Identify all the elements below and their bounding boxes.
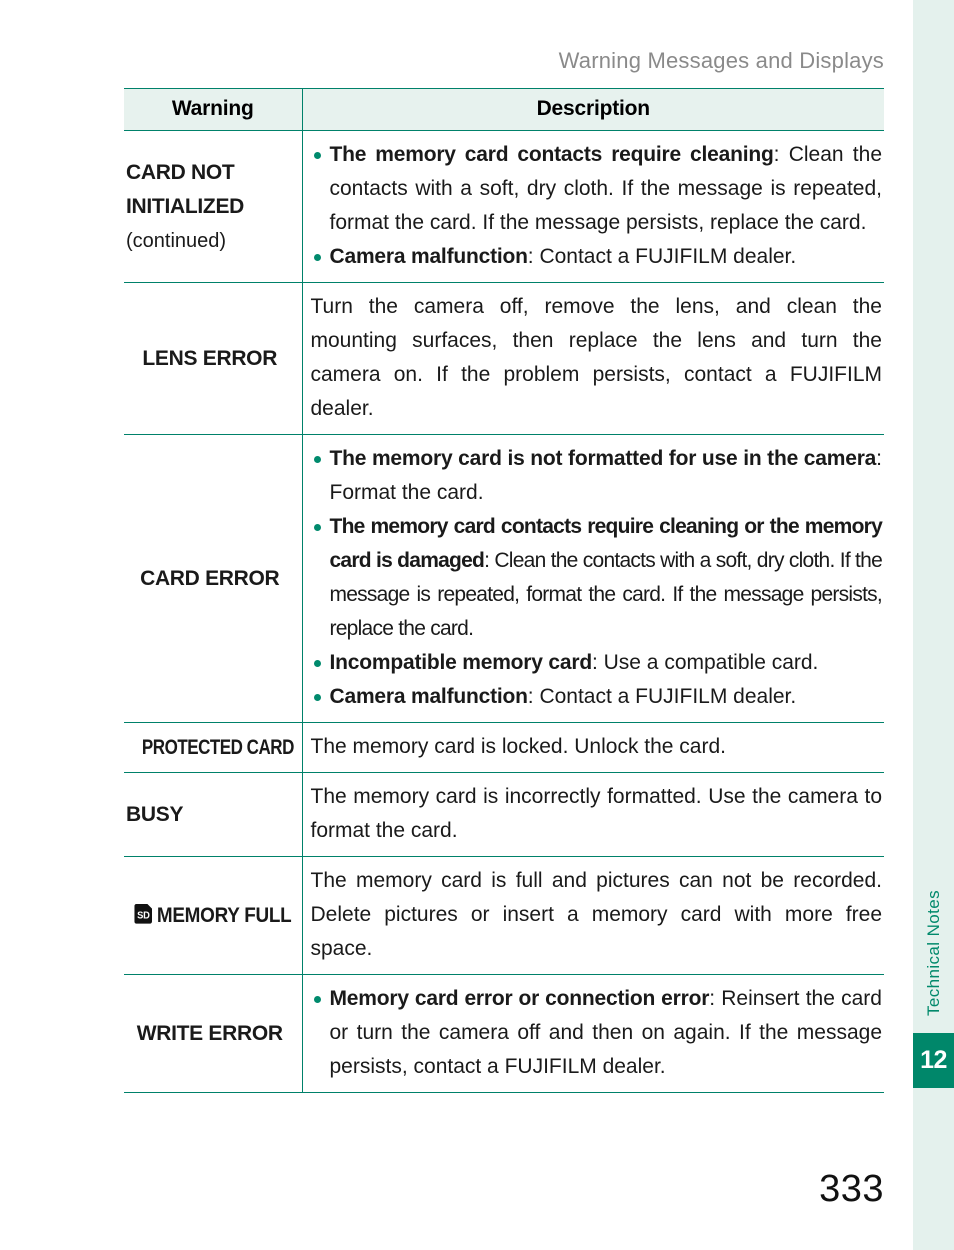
table-header-row: Warning Description (124, 88, 884, 131)
description-bullet-list: The memory card contacts require cleanin… (311, 138, 885, 274)
warning-label: MEMORY FULL (156, 903, 292, 927)
running-header: Warning Messages and Displays (558, 48, 884, 73)
bullet-term: Camera malfunction (329, 245, 528, 269)
list-item: Camera malfunction: Contact a FUJIFILM d… (311, 240, 885, 274)
chapter-label: Technical Notes (923, 889, 943, 1016)
svg-text:SD: SD (137, 910, 150, 922)
description-bullet-list: The memory card is not formatted for use… (311, 442, 885, 714)
description-bullet-list: Memory card error or connection error: R… (311, 982, 885, 1084)
warning-name-cell: PROTECTED CARD (124, 722, 303, 774)
bullet-term: The memory card contacts require cleanin… (329, 143, 774, 166)
description-text: Turn the camera off, remove the lens, an… (310, 295, 883, 421)
list-item: The memory card contacts require cleanin… (311, 510, 885, 646)
description-text: The memory card is locked. Unlock the ca… (310, 735, 727, 759)
description-cell: Memory card error or connection error: R… (302, 974, 885, 1094)
warning-label: CARD ERROR (140, 566, 280, 590)
warning-name-cell: WRITE ERROR (124, 974, 303, 1094)
description-text: The memory card is full and pictures can… (310, 869, 883, 961)
warning-label: PROTECTED CARD (141, 735, 294, 759)
description-cell: The memory card is not formatted for use… (302, 434, 885, 724)
description-cell: The memory card is locked. Unlock the ca… (302, 722, 884, 774)
warning-continued-note: (continued) (126, 229, 227, 252)
chapter-number-tab: 12 (913, 1033, 954, 1088)
bullet-detail: : Contact a FUJIFILM dealer. (527, 685, 797, 709)
description-cell: The memory card is full and pictures can… (302, 856, 884, 976)
table-row: WRITE ERROR Memory card error or connect… (124, 974, 885, 1094)
page-number: 333 (819, 1168, 884, 1210)
list-item: The memory card is not formatted for use… (311, 442, 885, 510)
bullet-detail: : Contact a FUJIFILM dealer. (527, 245, 797, 269)
list-item: Memory card error or connection error: R… (311, 982, 885, 1084)
bullet-term: Memory card error or connection error (329, 987, 710, 1011)
bullet-term: Incompatible memory card (329, 651, 593, 675)
chapter-number: 12 (920, 1046, 947, 1074)
bullet-term: Camera malfunction (329, 685, 528, 709)
column-header-description: Description (302, 88, 884, 131)
table-row: CARD ERROR The memory card is not format… (124, 434, 885, 724)
column-header-warning: Warning (124, 88, 303, 131)
table-row: BUSY The memory card is incorrectly form… (124, 772, 884, 858)
description-cell: The memory card is incorrectly formatted… (302, 772, 884, 858)
list-item: The memory card contacts require cleanin… (311, 138, 885, 240)
warning-name-cell: CARD NOT INITIALIZED (continued) (124, 130, 303, 284)
warning-name-cell: LENS ERROR (124, 282, 303, 436)
warning-label: BUSY (126, 802, 184, 826)
table-row: CARD NOT INITIALIZED (continued) The mem… (124, 130, 885, 284)
table-row: SD MEMORY FULL The memory card is full a… (124, 856, 884, 976)
warning-label: WRITE ERROR (136, 1021, 283, 1045)
table-row: PROTECTED CARD The memory card is locked… (124, 722, 884, 774)
list-item: Incompatible memory card: Use a compatib… (311, 646, 885, 680)
warning-messages-table: Warning Description CARD NOT INITIALIZED… (124, 88, 885, 1094)
warning-label: CARD NOT INITIALIZED (126, 160, 245, 218)
chapter-label-container: Technical Notes (913, 0, 954, 1030)
warning-name-cell: CARD ERROR (124, 434, 303, 724)
sd-card-icon: SD (134, 901, 153, 924)
warning-name-cell: BUSY (124, 772, 303, 858)
bullet-term: The memory card is not formatted for use… (329, 447, 877, 471)
warning-label: LENS ERROR (142, 346, 278, 370)
table-row: LENS ERROR Turn the camera off, remove t… (124, 282, 884, 436)
warning-name-cell: SD MEMORY FULL (124, 856, 303, 976)
description-cell: Turn the camera off, remove the lens, an… (302, 282, 884, 436)
description-text: The memory card is incorrectly formatted… (310, 785, 883, 843)
list-item: Camera malfunction: Contact a FUJIFILM d… (311, 680, 885, 714)
warning-label-wrap: SD MEMORY FULL (134, 899, 292, 933)
description-cell: The memory card contacts require cleanin… (302, 130, 885, 284)
bullet-detail: : Use a compatible card. (591, 651, 819, 675)
